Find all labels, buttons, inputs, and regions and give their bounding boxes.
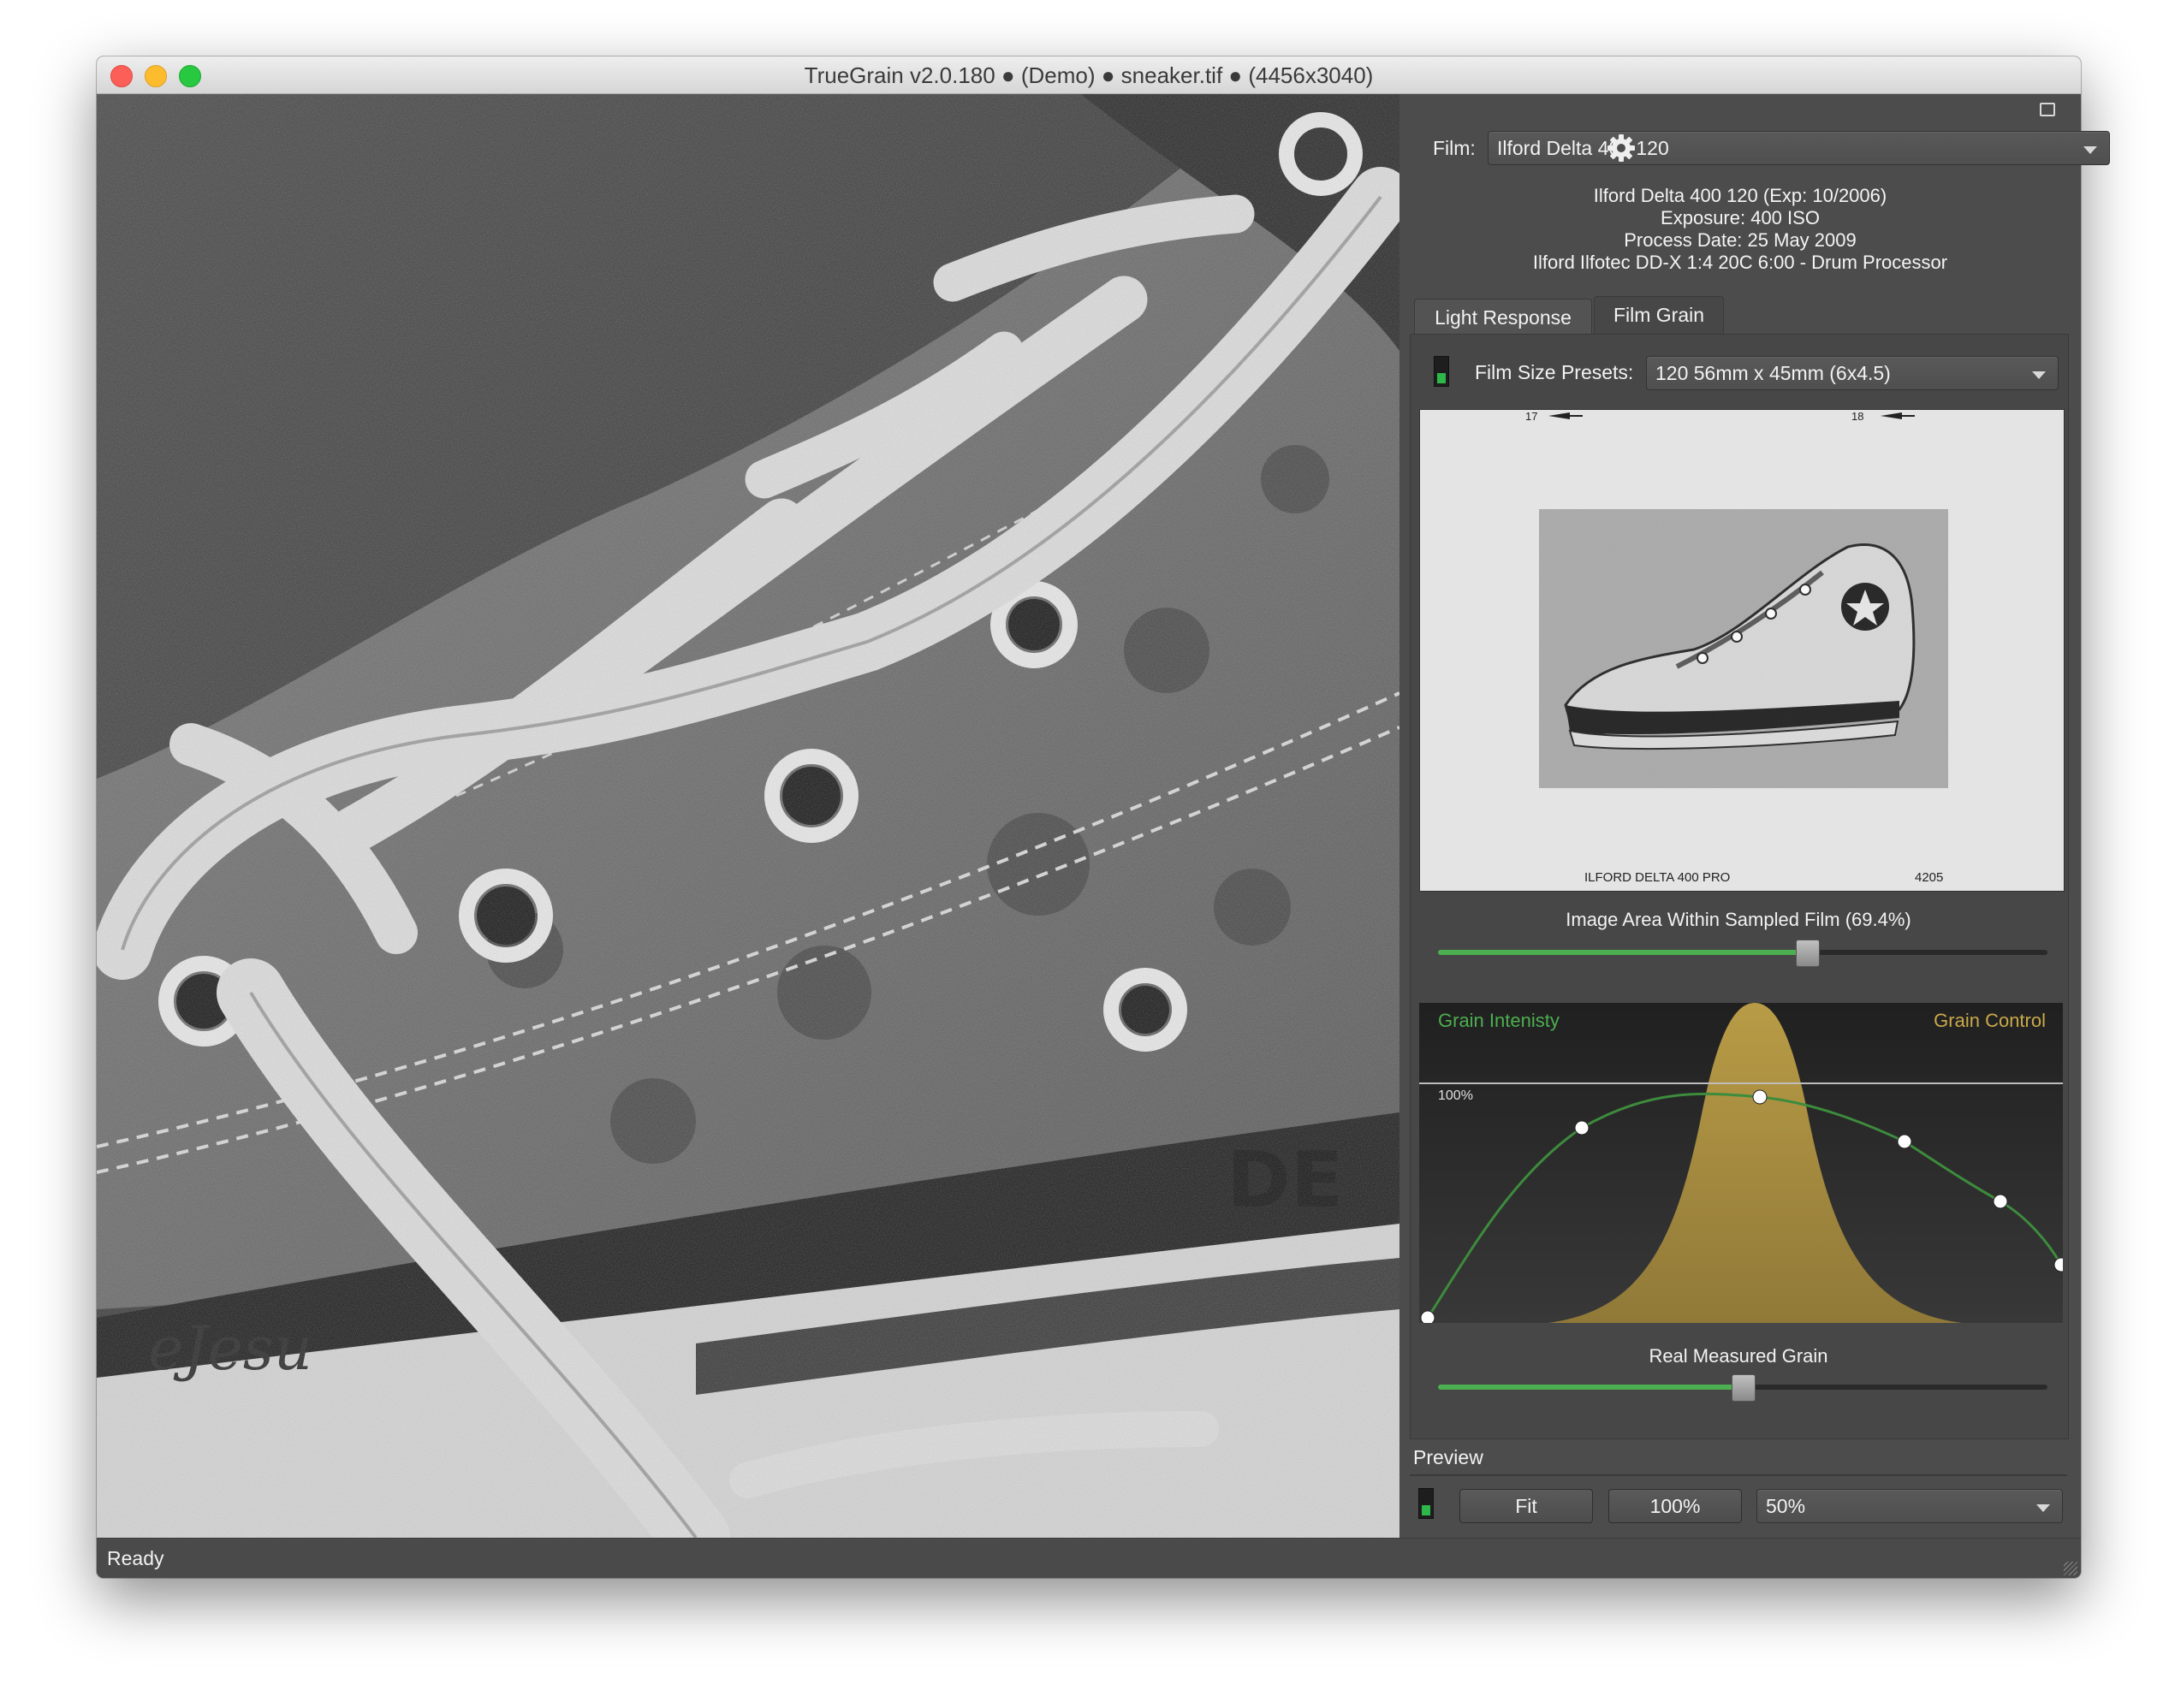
image-area-slider-handle[interactable] [1796,940,1820,967]
curve-point [1752,1089,1768,1105]
image-area-slider-fill [1438,950,1807,955]
curve-point [1993,1194,2008,1209]
grain-slider-handle[interactable] [1732,1374,1756,1402]
film-label: Film: [1433,137,1476,159]
curve-point [1897,1134,1912,1149]
curve-point [1420,1310,1435,1323]
zoom-100-button[interactable]: 100% [1608,1489,1742,1523]
grain-control-label: Grain Control [1934,1010,2046,1031]
fit-button[interactable]: Fit [1459,1489,1593,1523]
film-size-enable-toggle[interactable] [1434,356,1449,387]
status-bar: Ready [97,1538,2081,1578]
image-area-slider[interactable] [1438,950,2047,955]
restore-icon[interactable] [2040,103,2055,116]
resize-grip[interactable] [2064,1562,2077,1575]
title-bar: TrueGrain v2.0.180 ● (Demo) ● sneaker.ti… [97,56,2081,94]
curve-point [1574,1120,1590,1136]
grain-curve-editor[interactable]: Grain Intenisty Grain Control 100% [1419,1003,2063,1323]
chevron-down-icon [2036,1504,2050,1512]
chevron-down-icon [2032,371,2046,379]
film-size-select-value: 120 56mm x 45mm (6x4.5) [1655,362,1891,384]
window-title: TrueGrain v2.0.180 ● (Demo) ● sneaker.ti… [804,62,1374,88]
tab-film-grain[interactable]: Film Grain [1594,296,1724,336]
film-select-value: Ilford Delta 400 120 [1497,137,1669,159]
sneaker-photo: DE eJesu [97,94,1399,1538]
status-text: Ready [107,1547,164,1569]
grain-control-curve [1548,1003,1962,1323]
preview-zoom-select[interactable]: 50% [1756,1489,2063,1523]
tab-light-response[interactable]: Light Response [1414,299,1592,335]
film-select[interactable]: Ilford Delta 400 120 [1488,131,2110,165]
grain-curve-graph [1419,1003,2063,1323]
grain-intensity-label: Grain Intenisty [1438,1010,1560,1031]
chevron-down-icon [2083,146,2097,154]
curve-point [2053,1257,2063,1272]
reference-100-label: 100% [1438,1088,1473,1103]
film-size-select[interactable]: 120 56mm x 45mm (6x4.5) [1646,356,2059,390]
preview-enable-toggle[interactable] [1418,1488,1434,1519]
image-viewer[interactable]: DE eJesu [97,94,1399,1538]
grain-slider-fill [1438,1385,1743,1390]
gear-icon[interactable] [1607,133,1636,163]
preview-zoom-value: 50% [1766,1495,1806,1517]
